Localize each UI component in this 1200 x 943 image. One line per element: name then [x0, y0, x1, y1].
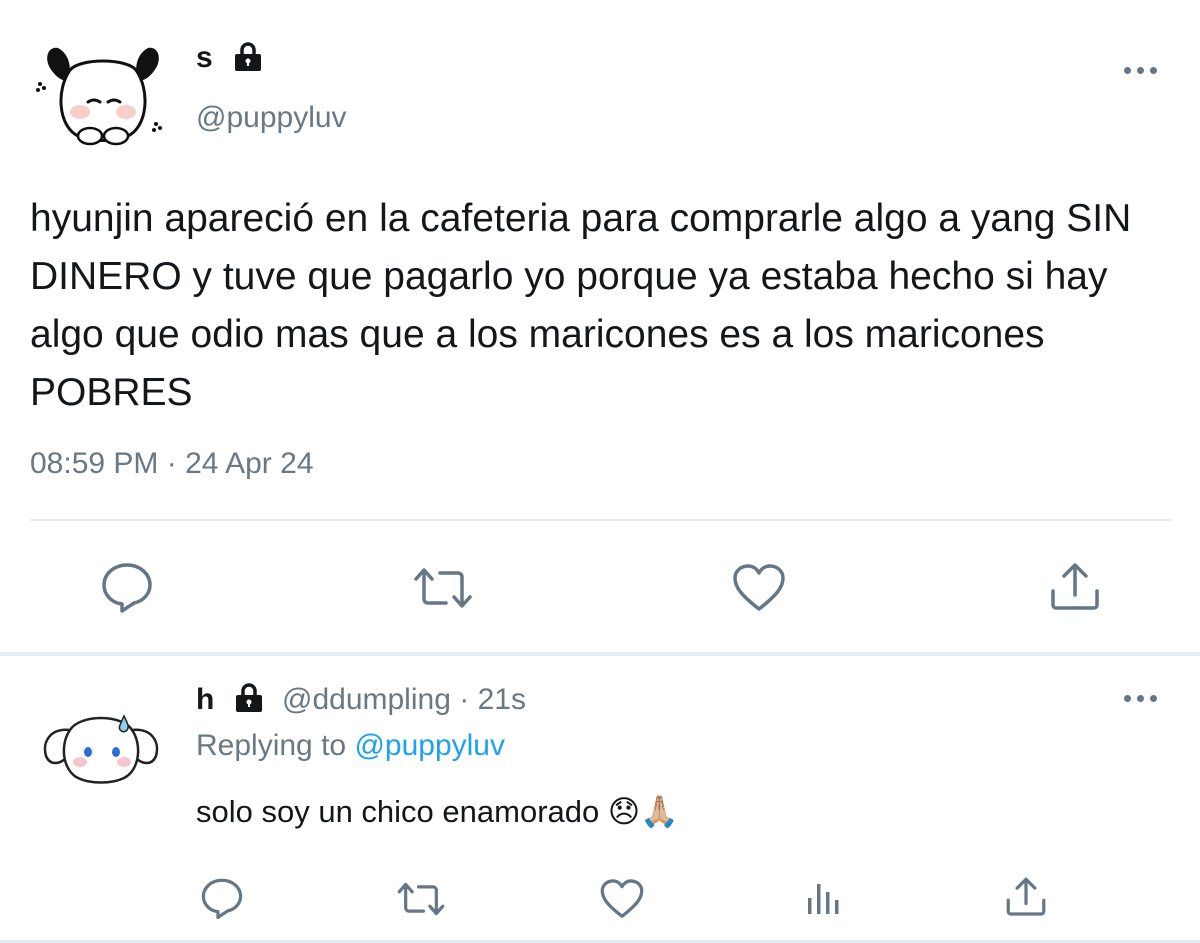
- more-options-icon[interactable]: [1124, 695, 1157, 702]
- main-tweet: s @puppyluv hyunjin apareció en la cafet…: [0, 0, 1200, 656]
- avatar-bunny-illustration: [43, 714, 159, 784]
- handle[interactable]: @puppyluv: [196, 100, 347, 136]
- reply-text-line: solo soy un chico enamorado 😞🙏🏼: [196, 792, 679, 832]
- divider: [30, 519, 1172, 521]
- tweet-text: hyunjin apareció en la cafeteria para co…: [30, 197, 1132, 414]
- avatar-dog-illustration: [36, 47, 162, 146]
- reply-icon[interactable]: [100, 561, 154, 613]
- lock-icon: [231, 42, 265, 72]
- like-icon[interactable]: [599, 878, 645, 920]
- replying-to-handle[interactable]: @puppyluv: [354, 729, 505, 762]
- retweet-icon[interactable]: [396, 880, 446, 918]
- avatar[interactable]: [30, 40, 175, 155]
- lock-icon: [232, 683, 266, 713]
- meta-separator: ·: [459, 683, 470, 716]
- share-icon[interactable]: [1004, 876, 1048, 918]
- analytics-icon[interactable]: [804, 878, 844, 918]
- reply-time[interactable]: 21s: [478, 683, 526, 716]
- disappointed-face-emoji: 😞: [607, 794, 641, 829]
- replying-to-line: Replying to @puppyluv: [196, 728, 505, 764]
- retweet-icon[interactable]: [412, 565, 474, 611]
- reply-avatar[interactable]: [40, 700, 162, 790]
- display-name[interactable]: s: [196, 40, 213, 76]
- reply-text: solo soy un chico enamorado: [196, 794, 600, 829]
- reply-display-name[interactable]: h: [196, 682, 214, 718]
- reply-icon[interactable]: [200, 877, 244, 919]
- like-icon[interactable]: [731, 563, 787, 613]
- reply-meta: @ddumpling · 21s: [282, 682, 526, 718]
- more-options-icon[interactable]: [1124, 67, 1157, 74]
- reply-tweet: h @ddumpling · 21s Replying to @puppyluv…: [0, 656, 1200, 943]
- replying-to-prefix: Replying to: [196, 729, 347, 762]
- share-icon[interactable]: [1048, 561, 1102, 613]
- folded-hands-emoji: 🙏🏼: [640, 794, 679, 829]
- timestamp[interactable]: 08:59 PM · 24 Apr 24: [30, 444, 314, 484]
- reply-handle[interactable]: @ddumpling: [282, 683, 451, 716]
